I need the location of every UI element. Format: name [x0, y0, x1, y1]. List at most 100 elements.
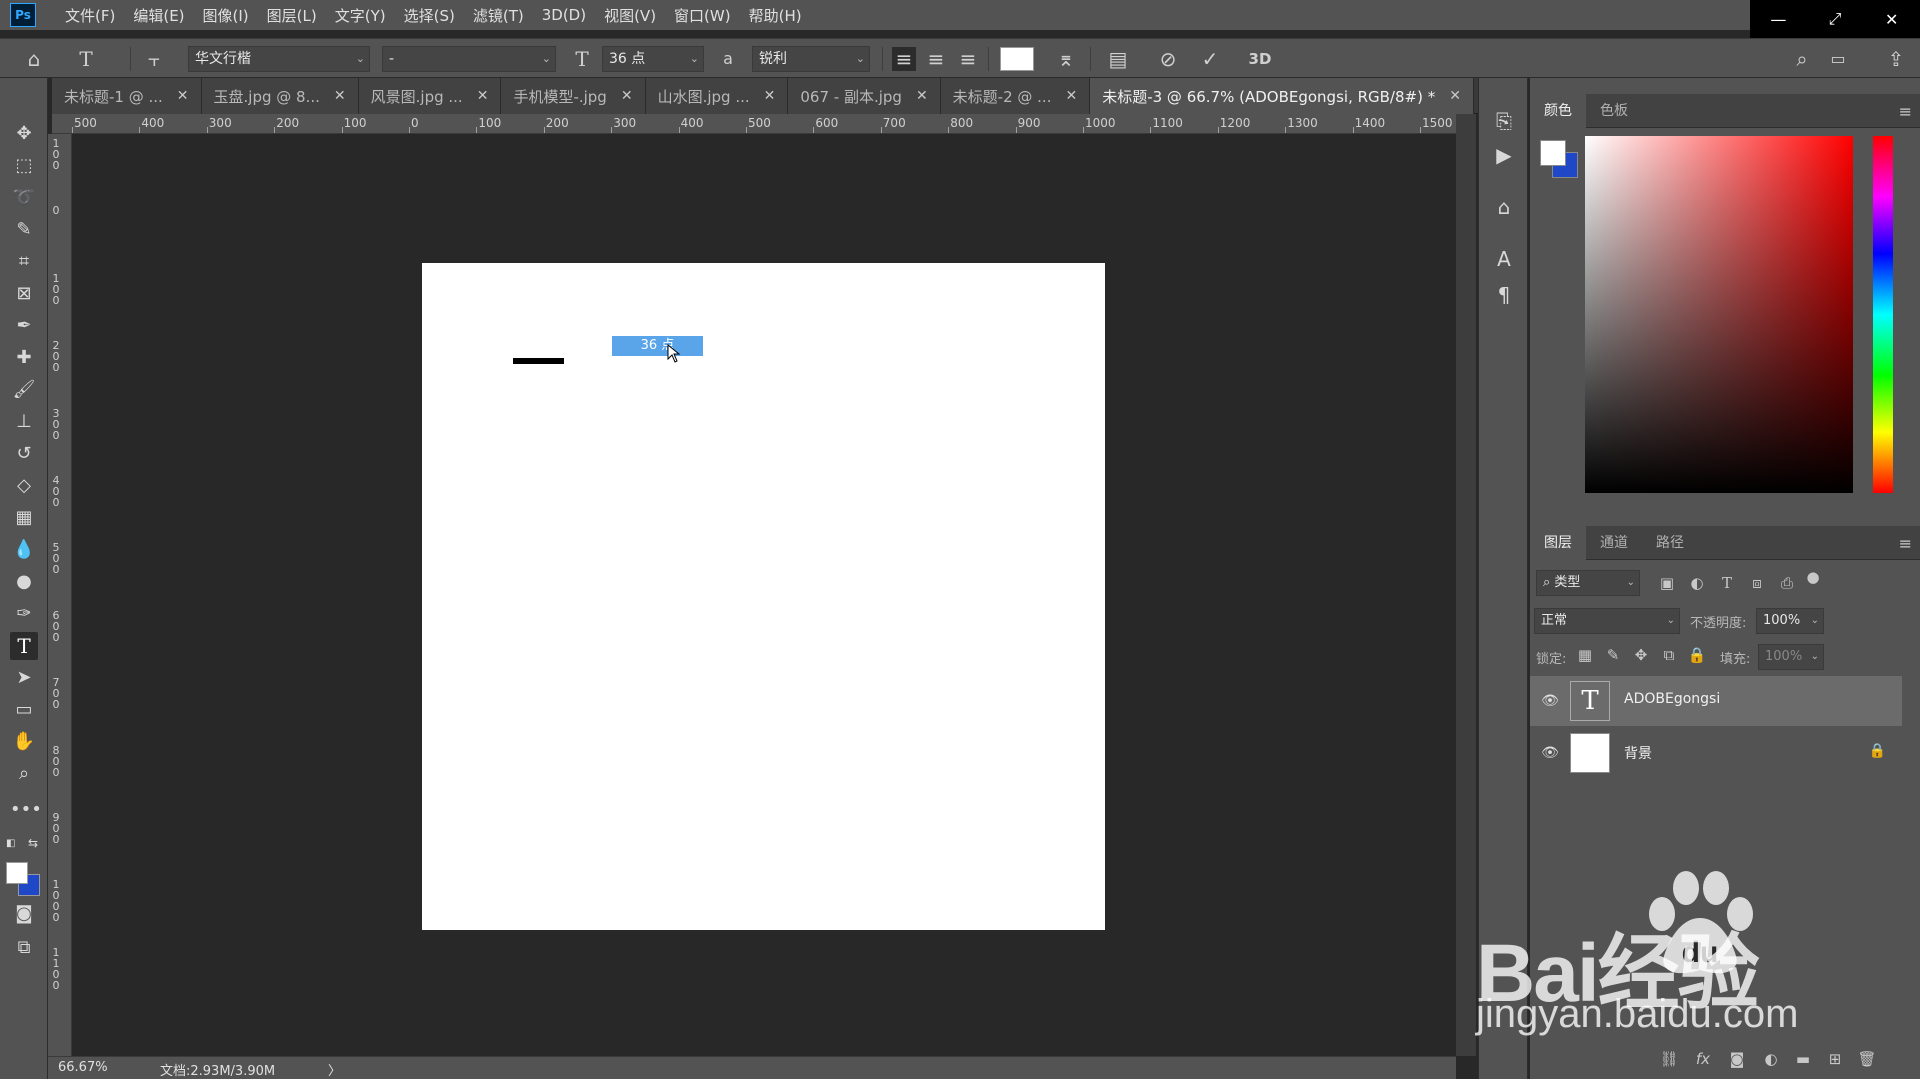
marquee-tool-icon[interactable]: ⬚: [10, 152, 38, 180]
lock-pixels-icon[interactable]: ✎: [1602, 644, 1624, 666]
zoom-level[interactable]: 66.67%: [58, 1060, 108, 1075]
tab-doc-active[interactable]: 未标题-3 @ 66.7% (ADOBEgongsi, RGB/8#) * ✕: [1090, 78, 1474, 114]
close-icon[interactable]: ✕: [177, 88, 189, 104]
menu-layer[interactable]: 图层(L): [258, 5, 326, 26]
frame-tool-icon[interactable]: ⊠: [10, 280, 38, 308]
workspace-icon[interactable]: ▭: [1826, 47, 1850, 71]
menu-file[interactable]: 文件(F): [56, 5, 124, 26]
tab-doc-3[interactable]: 风景图.jpg ... ✕: [358, 78, 502, 114]
eraser-tool-icon[interactable]: ◇: [10, 472, 38, 500]
menu-window[interactable]: 窗口(W): [665, 5, 740, 26]
rectangle-tool-icon[interactable]: ▭: [10, 696, 38, 724]
tab-doc-7[interactable]: 未标题-2 @ ... ✕: [940, 78, 1091, 114]
fx-icon[interactable]: fx: [1692, 1048, 1714, 1070]
tab-paths[interactable]: 路径: [1642, 526, 1698, 560]
panel-menu-icon[interactable]: ≡: [1899, 102, 1912, 121]
adjustment-layer-icon[interactable]: ◐: [1760, 1048, 1782, 1070]
align-right-icon[interactable]: ≡: [956, 47, 980, 71]
panel-menu-icon[interactable]: ≡: [1899, 534, 1912, 553]
more-tools-icon[interactable]: •••: [10, 796, 42, 824]
move-tool-icon[interactable]: ✥: [10, 120, 38, 148]
layer-row-background[interactable]: 👁 背景 🔒: [1530, 728, 1902, 778]
antialias-select[interactable]: 锐利 ⌄: [752, 46, 870, 72]
menu-type[interactable]: 文字(Y): [326, 5, 395, 26]
layer-filter-select[interactable]: ⌕ 类型 ⌄: [1536, 570, 1640, 596]
hue-slider[interactable]: [1873, 136, 1893, 493]
hand-tool-icon[interactable]: ✋: [10, 728, 38, 756]
tab-swatches[interactable]: 色板: [1586, 94, 1642, 128]
menu-select[interactable]: 选择(S): [395, 5, 464, 26]
close-icon[interactable]: ✕: [334, 88, 346, 104]
add-mask-icon[interactable]: ◙: [1726, 1048, 1748, 1070]
tab-color[interactable]: 颜色: [1530, 93, 1586, 128]
zoom-tool-icon[interactable]: ⌕: [10, 760, 38, 788]
character-panel-icon[interactable]: A: [1491, 246, 1517, 272]
menu-help[interactable]: 帮助(H): [740, 5, 811, 26]
close-icon[interactable]: ✕: [621, 88, 633, 104]
filter-toggle-icon[interactable]: ●: [1802, 566, 1824, 588]
clone-stamp-tool-icon[interactable]: ⊥: [10, 408, 38, 436]
tab-doc-4[interactable]: 手机模型-.jpg ✕: [501, 78, 646, 114]
close-icon[interactable]: ✕: [477, 88, 489, 104]
new-layer-icon[interactable]: ⊞: [1824, 1048, 1846, 1070]
font-size-select[interactable]: 36 点 ⌄: [602, 46, 704, 72]
tab-channels[interactable]: 通道: [1586, 526, 1642, 560]
foreground-color-swatch[interactable]: [6, 862, 28, 884]
fill-input[interactable]: 100% ⌄: [1758, 644, 1824, 670]
menu-image[interactable]: 图像(I): [194, 5, 258, 26]
brush-tool-icon[interactable]: 🖌: [10, 376, 38, 404]
lock-transparent-icon[interactable]: ▦: [1574, 644, 1596, 666]
delete-layer-icon[interactable]: 🗑: [1856, 1048, 1878, 1070]
menu-3d[interactable]: 3D(D): [533, 6, 595, 24]
close-icon[interactable]: ✕: [1065, 88, 1077, 104]
dodge-tool-icon[interactable]: ●: [10, 568, 38, 596]
font-family-select[interactable]: 华文行楷 ⌄: [188, 46, 370, 72]
saturation-value-field[interactable]: [1585, 136, 1853, 493]
actions-panel-icon[interactable]: ▶: [1491, 142, 1517, 168]
home-icon[interactable]: ⌂: [22, 47, 46, 71]
blend-mode-select[interactable]: 正常 ⌄: [1534, 608, 1680, 634]
3d-panel-icon[interactable]: ⌂: [1491, 194, 1517, 220]
gradient-tool-icon[interactable]: ▦: [10, 504, 38, 532]
eyedropper-tool-icon[interactable]: ✒: [10, 312, 38, 340]
eye-icon[interactable]: 👁: [1540, 743, 1560, 763]
toggle-text-orientation-icon[interactable]: ⫟: [142, 47, 166, 71]
menu-filter[interactable]: 滤镜(T): [464, 5, 533, 26]
path-selection-tool-icon[interactable]: ➤: [10, 664, 38, 692]
quick-select-tool-icon[interactable]: ✎: [10, 216, 38, 244]
quick-mask-icon[interactable]: ◙: [10, 900, 38, 928]
layer-row-text[interactable]: 👁 T ADOBEgongsi: [1530, 676, 1902, 726]
3d-button[interactable]: 3D: [1248, 47, 1272, 71]
opacity-input[interactable]: 100% ⌄: [1756, 608, 1824, 634]
share-icon[interactable]: ⇪: [1884, 47, 1908, 71]
crop-tool-icon[interactable]: ⌗: [10, 248, 38, 276]
text-color-swatch[interactable]: [1000, 47, 1034, 71]
history-panel-icon[interactable]: ⎘: [1491, 108, 1517, 134]
screen-mode-icon[interactable]: ⧉: [10, 934, 38, 962]
type-tool-icon[interactable]: T: [10, 632, 38, 660]
history-brush-tool-icon[interactable]: ↺: [10, 440, 38, 468]
menu-view[interactable]: 视图(V): [595, 5, 665, 26]
type-tool-preset-icon[interactable]: T: [74, 47, 98, 71]
commit-check-icon[interactable]: ✓: [1198, 47, 1222, 71]
tab-doc-6[interactable]: 067 - 副本.jpg ✕: [788, 78, 941, 114]
filter-smart-object-icon[interactable]: ⎙: [1776, 572, 1798, 594]
warp-text-icon[interactable]: ⌆: [1054, 47, 1078, 71]
close-button[interactable]: ✕: [1863, 0, 1920, 38]
default-colors-icon[interactable]: ◧: [6, 838, 18, 850]
filter-pixel-icon[interactable]: ▣: [1656, 572, 1678, 594]
filter-shape-icon[interactable]: ⧈: [1746, 572, 1768, 594]
close-icon[interactable]: ✕: [1449, 88, 1461, 104]
tab-doc-2[interactable]: 玉盘.jpg @ 8... ✕: [201, 78, 359, 114]
status-menu-arrow[interactable]: 〉: [328, 1060, 341, 1079]
align-center-icon[interactable]: ≡: [924, 47, 948, 71]
tab-doc-5[interactable]: 山水图.jpg ... ✕: [645, 78, 789, 114]
menu-edit[interactable]: 编辑(E): [124, 5, 193, 26]
pen-tool-icon[interactable]: ✑: [10, 600, 38, 628]
swap-colors-icon[interactable]: ⇆: [28, 836, 38, 850]
link-layers-icon[interactable]: ⛓: [1658, 1048, 1680, 1070]
search-icon[interactable]: ⌕: [1790, 47, 1814, 71]
lock-all-icon[interactable]: 🔒: [1686, 644, 1708, 666]
cancel-icon[interactable]: ⊘: [1156, 47, 1180, 71]
font-style-select[interactable]: - ⌄: [382, 46, 556, 72]
